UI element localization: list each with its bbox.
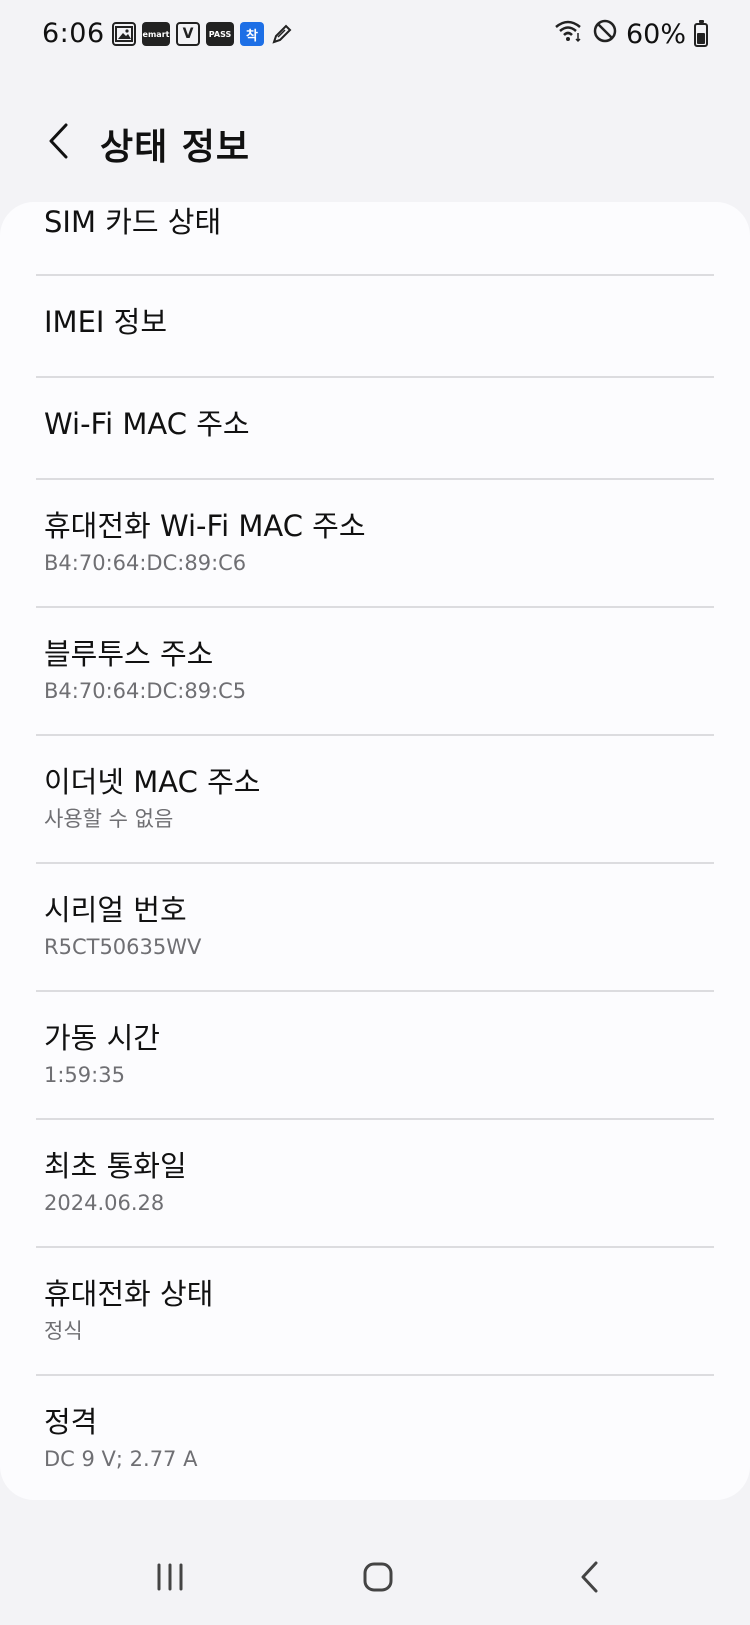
item-title: 최초 통화일 (44, 1149, 187, 1183)
list-item-rating[interactable]: 정격 DC 9 V; 2.77 A (0, 1404, 750, 1472)
recent-apps-button[interactable] (140, 1552, 200, 1602)
item-value: 사용할 수 없음 (44, 807, 174, 831)
gallery-icon (112, 22, 136, 46)
back-button[interactable] (38, 116, 78, 166)
item-value: B4:70:64:DC:89:C6 (44, 551, 247, 575)
divider (36, 274, 714, 276)
item-title: 블루투스 주소 (44, 637, 214, 671)
divider (36, 606, 714, 608)
do-not-disturb-icon (592, 18, 618, 51)
item-value: R5CT50635WV (44, 935, 202, 959)
item-title: 휴대전화 Wi-Fi MAC 주소 (44, 509, 366, 543)
list-item-wifi-mac[interactable]: Wi-Fi MAC 주소 (0, 406, 750, 442)
list-item-first-call-date[interactable]: 최초 통화일 2024.06.28 (0, 1148, 750, 1216)
divider (36, 1374, 714, 1376)
emart-icon: emart (142, 22, 170, 46)
chevron-left-icon (49, 123, 68, 159)
item-title: 이더넷 MAC 주소 (44, 765, 261, 799)
list-item-serial-number[interactable]: 시리얼 번호 R5CT50635WV (0, 892, 750, 960)
item-title: 시리얼 번호 (44, 893, 187, 927)
item-title: Wi-Fi MAC 주소 (44, 407, 250, 441)
divider (36, 990, 714, 992)
status-time: 6:06 (42, 18, 105, 49)
blue-app-icon: 착 (240, 22, 264, 46)
list-item-imei-info[interactable]: IMEI 정보 (0, 304, 750, 340)
item-title: IMEI 정보 (44, 305, 168, 339)
pen-icon (270, 22, 294, 46)
item-title: 가동 시간 (44, 1021, 160, 1055)
divider (36, 1118, 714, 1120)
back-nav-button[interactable] (560, 1552, 620, 1602)
recent-apps-icon (157, 1563, 183, 1591)
item-title: 정격 (44, 1405, 98, 1439)
notification-icons: emart V PASS 착 (112, 22, 294, 46)
list-item-uptime[interactable]: 가동 시간 1:59:35 (0, 1020, 750, 1088)
navigation-bar (0, 1530, 750, 1625)
battery-icon (694, 19, 708, 47)
item-value: DC 9 V; 2.77 A (44, 1447, 198, 1471)
pass-icon: PASS (206, 22, 234, 46)
v1-icon: V (176, 22, 200, 46)
divider (36, 478, 714, 480)
home-icon (363, 1562, 393, 1592)
header: 상태 정보 (0, 100, 750, 190)
divider (36, 1246, 714, 1248)
divider (36, 734, 714, 736)
item-value: 1:59:35 (44, 1063, 125, 1087)
list-item-ethernet-mac[interactable]: 이더넷 MAC 주소 사용할 수 없음 (0, 764, 750, 832)
home-button[interactable] (348, 1552, 408, 1602)
item-value: B4:70:64:DC:89:C5 (44, 679, 247, 703)
item-title: SIM 카드 상태 (44, 205, 222, 239)
list-item-phone-status[interactable]: 휴대전화 상태 정식 (0, 1276, 750, 1344)
status-bar: 6:06 emart V PASS 착 60% (0, 0, 750, 72)
list-item-phone-wifi-mac[interactable]: 휴대전화 Wi-Fi MAC 주소 B4:70:64:DC:89:C6 (0, 508, 750, 576)
divider (36, 376, 714, 378)
page-title: 상태 정보 (100, 127, 251, 168)
item-title: 휴대전화 상태 (44, 1277, 214, 1311)
battery-percent: 60% (625, 19, 686, 50)
item-value: 2024.06.28 (44, 1191, 165, 1215)
back-icon (581, 1561, 598, 1593)
list-item-sim-card-status[interactable]: SIM 카드 상태 (0, 204, 750, 240)
divider (36, 862, 714, 864)
status-info-list: SIM 카드 상태 IMEI 정보 Wi-Fi MAC 주소 휴대전화 Wi-F… (0, 202, 750, 1500)
item-value: 정식 (44, 1319, 83, 1343)
list-item-bluetooth-address[interactable]: 블루투스 주소 B4:70:64:DC:89:C5 (0, 636, 750, 704)
status-right: 60% (554, 18, 708, 51)
battery-fill (697, 32, 705, 44)
wifi-icon (554, 19, 584, 50)
